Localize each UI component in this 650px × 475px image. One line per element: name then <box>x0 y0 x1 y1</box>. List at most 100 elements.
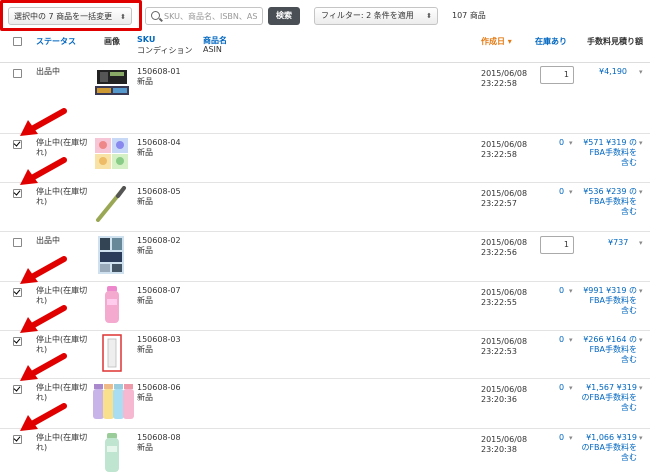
table-row: 停止中(在庫切れ) 150608-04 新品 2015/06/08 23:22:… <box>0 133 650 183</box>
chevron-down-icon[interactable]: ▾ <box>569 434 573 442</box>
search-input[interactable] <box>164 9 260 23</box>
filter-dropdown[interactable]: フィルター: 2 条件を適用 ⬍ <box>314 7 438 25</box>
row-checkbox[interactable] <box>13 435 22 444</box>
select-all-checkbox[interactable] <box>13 37 22 46</box>
column-image: 画像 <box>104 37 120 46</box>
product-image[interactable] <box>95 67 131 99</box>
product-image[interactable] <box>94 186 130 222</box>
chevron-down-icon[interactable]: ▾ <box>639 188 643 196</box>
row-fee: ¥4,190 <box>599 67 627 76</box>
row-checkbox[interactable] <box>13 140 22 149</box>
column-stock[interactable]: 在庫あり <box>535 36 567 47</box>
chevron-updown-icon: ⬍ <box>426 12 432 20</box>
row-checkbox[interactable] <box>13 238 22 247</box>
product-image[interactable] <box>100 432 124 472</box>
row-checkbox[interactable] <box>13 385 22 394</box>
row-checkbox[interactable] <box>13 189 22 198</box>
chevron-down-icon[interactable]: ▾ <box>639 287 643 295</box>
row-status: 停止中(在庫切れ) <box>36 335 88 354</box>
row-checkbox[interactable] <box>13 337 22 346</box>
row-checkbox[interactable] <box>13 288 22 297</box>
table-row: 出品中 150608-02 新品 2015/06/08 23:22:56 1 ¥… <box>0 231 650 282</box>
row-status: 停止中(在庫切れ) <box>36 383 88 402</box>
chevron-down-icon[interactable]: ▾ <box>639 68 643 76</box>
column-asin: ASIN <box>203 45 222 54</box>
row-stock[interactable]: 0 <box>559 138 564 148</box>
row-sku: 150608-03 <box>137 335 181 344</box>
column-date[interactable]: 作成日 ▾ <box>481 36 512 47</box>
product-image[interactable] <box>100 285 124 325</box>
row-condition: 新品 <box>137 393 153 402</box>
row-condition: 新品 <box>137 246 153 255</box>
table-row: 停止中(在庫切れ) 150608-08 新品 2015/06/08 23:20:… <box>0 428 650 475</box>
row-status: 停止中(在庫切れ) <box>36 138 88 157</box>
product-image[interactable] <box>100 333 124 373</box>
row-time: 23:22:58 <box>481 150 517 159</box>
red-arrow-icon <box>20 157 67 185</box>
row-fee: ¥266 ¥164 のFBA手数料を含む <box>583 335 637 364</box>
row-time: 23:20:36 <box>481 395 517 404</box>
row-condition: 新品 <box>137 197 153 206</box>
row-sku: 150608-06 <box>137 383 181 392</box>
row-stock[interactable]: 0 <box>559 286 564 296</box>
row-checkbox[interactable] <box>13 69 22 78</box>
row-time: 23:22:56 <box>481 248 517 257</box>
search-box <box>145 7 263 25</box>
highlight-box <box>0 0 142 31</box>
quantity-input[interactable]: 1 <box>540 236 574 254</box>
chevron-down-icon[interactable]: ▾ <box>569 384 573 392</box>
row-date: 2015/06/08 <box>481 238 528 247</box>
row-sku: 150608-07 <box>137 286 181 295</box>
row-status: 停止中(在庫切れ) <box>36 433 88 452</box>
row-fee: ¥1,567 ¥319 のFBA手数料を含む <box>581 383 637 412</box>
row-stock[interactable]: 0 <box>559 383 564 393</box>
chevron-down-icon[interactable]: ▾ <box>569 139 573 147</box>
chevron-down-icon[interactable]: ▾ <box>639 239 643 247</box>
chevron-down-icon[interactable]: ▾ <box>569 336 573 344</box>
table-header: ステータス 画像 SKU コンディション 商品名 ASIN 作成日 ▾ 在庫あり… <box>0 32 650 63</box>
row-fee: ¥1,066 ¥319 のFBA手数料を含む <box>581 433 637 462</box>
row-time: 23:22:55 <box>481 298 517 307</box>
row-condition: 新品 <box>137 345 153 354</box>
column-status[interactable]: ステータス <box>36 36 76 47</box>
row-date: 2015/06/08 <box>481 337 528 346</box>
row-fee: ¥991 ¥319 のFBA手数料を含む <box>583 286 637 315</box>
chevron-down-icon[interactable]: ▾ <box>639 434 643 442</box>
chevron-down-icon[interactable]: ▾ <box>639 384 643 392</box>
table-row: 停止中(在庫切れ) 150608-03 新品 2015/06/08 23:22:… <box>0 330 650 379</box>
red-arrow-icon <box>20 256 67 284</box>
column-condition: コンディション <box>137 46 193 55</box>
filter-label: フィルター: 2 条件を適用 <box>321 11 414 20</box>
row-time: 23:22:58 <box>481 79 517 88</box>
chevron-down-icon[interactable]: ▾ <box>639 139 643 147</box>
row-stock[interactable]: 0 <box>559 433 564 443</box>
search-button[interactable]: 検索 <box>268 7 300 25</box>
chevron-down-icon[interactable]: ▾ <box>639 336 643 344</box>
table-row: 停止中(在庫切れ) 150608-05 新品 2015/06/08 23:22:… <box>0 182 650 232</box>
row-status: 出品中 <box>36 67 60 76</box>
toolbar: 選択中の 7 商品を一括変更 ⬍ 検索 フィルター: 2 条件を適用 ⬍ 107… <box>0 0 650 34</box>
product-count: 107 商品 <box>452 11 486 20</box>
row-status: 停止中(在庫切れ) <box>36 187 88 206</box>
row-stock[interactable]: 0 <box>559 335 564 345</box>
table-row: 停止中(在庫切れ) 150608-07 新品 2015/06/08 23:22:… <box>0 281 650 331</box>
column-sku[interactable]: SKU <box>137 35 155 44</box>
row-time: 23:22:53 <box>481 347 517 356</box>
row-fee: ¥737 <box>608 238 629 247</box>
row-fee: ¥536 ¥239 のFBA手数料を含む <box>583 187 637 216</box>
red-arrow-icon <box>20 108 67 136</box>
row-condition: 新品 <box>137 148 153 157</box>
table-row: 停止中(在庫切れ) 150608-06 新品 2015/06/08 23:20:… <box>0 378 650 429</box>
product-image[interactable] <box>92 382 134 422</box>
table-row: 出品中 150608-01 新品 2015/06/08 23:22:58 1 ¥… <box>0 62 650 134</box>
row-stock[interactable]: 0 <box>559 187 564 197</box>
quantity-input[interactable]: 1 <box>540 66 574 84</box>
red-arrow-icon <box>20 403 67 431</box>
row-sku: 150608-08 <box>137 433 181 442</box>
red-arrow-icon <box>20 305 67 333</box>
chevron-down-icon[interactable]: ▾ <box>569 188 573 196</box>
product-image[interactable] <box>94 137 130 171</box>
chevron-down-icon[interactable]: ▾ <box>569 287 573 295</box>
product-image[interactable] <box>96 235 128 275</box>
row-time: 23:20:38 <box>481 445 517 454</box>
